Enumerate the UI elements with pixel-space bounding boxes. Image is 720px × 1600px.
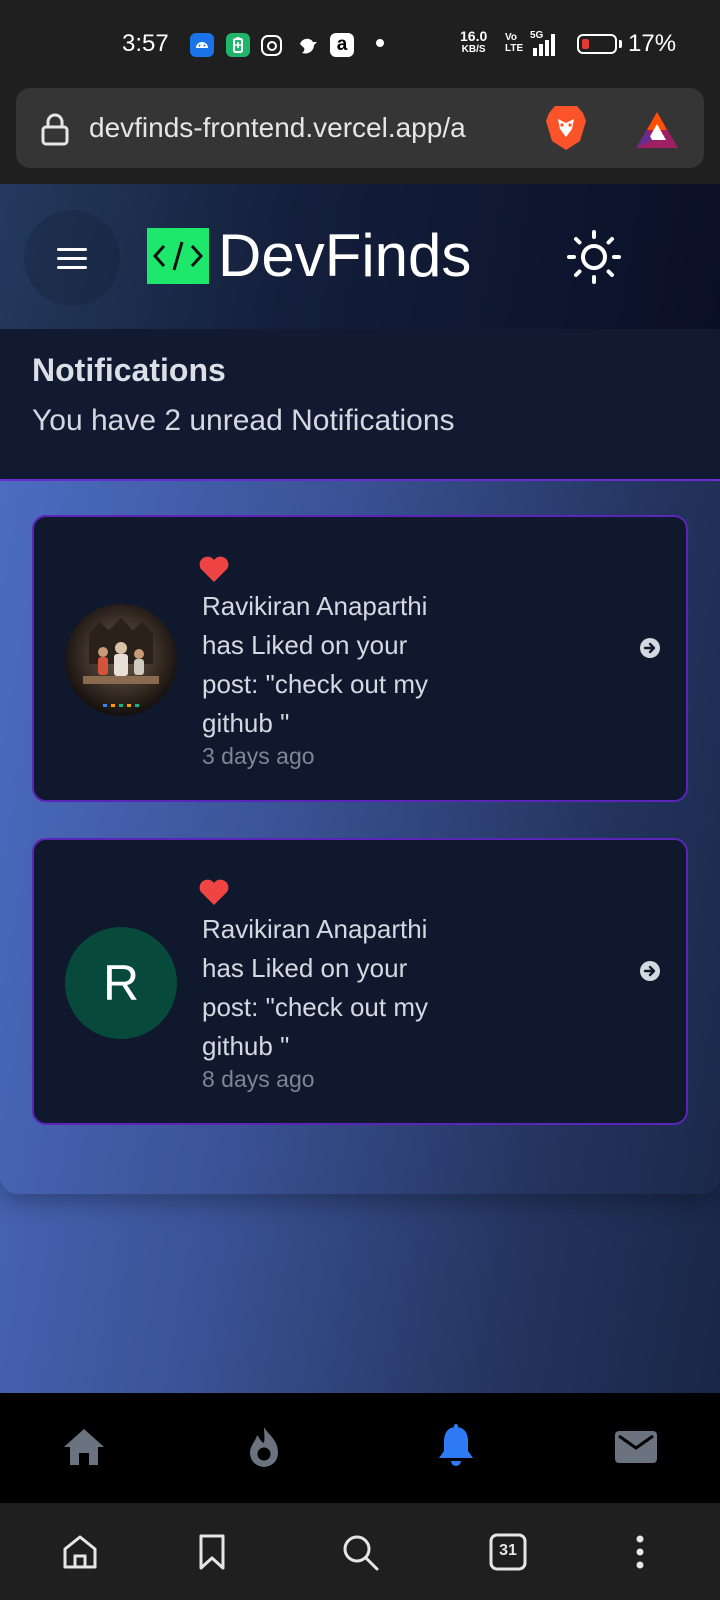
page-title: Notifications — [32, 352, 226, 388]
devfinds-logo-icon[interactable] — [147, 228, 209, 284]
home-icon[interactable] — [60, 1532, 100, 1572]
notification-time: 3 days ago — [202, 743, 315, 769]
net-speed-value: 16.0 — [460, 28, 488, 44]
theme-toggle-sun-icon[interactable] — [566, 229, 622, 285]
menu-line — [57, 248, 87, 251]
bell-icon[interactable] — [432, 1423, 480, 1471]
notification-card[interactable]: R Ravikiran Anaparthi has Liked on your … — [32, 838, 688, 1125]
status-time: 3:57 — [122, 30, 169, 57]
signal-icon: 5G — [530, 30, 560, 56]
battery-saver-icon — [226, 33, 250, 57]
battery-tip — [619, 40, 622, 48]
app-logo-text[interactable]: DevFinds — [218, 221, 471, 290]
avatar[interactable]: R — [65, 927, 177, 1039]
hamburger-menu-button[interactable] — [24, 210, 120, 306]
net-speed-unit: KB/S — [461, 44, 486, 55]
battery-icon — [577, 34, 617, 54]
instagram-icon — [261, 35, 282, 56]
notification-text: Ravikiran Anaparthi has Liked on your po… — [202, 591, 428, 738]
tabs-icon[interactable]: 31 — [488, 1532, 528, 1572]
signal-label: 5G — [530, 30, 544, 41]
more-vertical-icon[interactable] — [620, 1532, 660, 1572]
more-dot-icon — [376, 39, 384, 47]
android-icon — [190, 33, 214, 57]
avatar[interactable] — [65, 604, 177, 716]
heart-icon — [198, 878, 230, 906]
volte-top: Vo — [505, 32, 518, 43]
menu-line — [57, 266, 87, 269]
arrow-right-circle-icon[interactable] — [639, 637, 661, 659]
mail-icon[interactable] — [612, 1423, 660, 1471]
brave-rewards-icon[interactable] — [634, 110, 680, 150]
tab-count: 31 — [499, 1542, 517, 1559]
notification-card[interactable]: Ravikiran Anaparthi has Liked on your po… — [32, 515, 688, 802]
url-text[interactable]: devfinds-frontend.vercel.app/a — [89, 112, 524, 144]
amazon-icon: a — [330, 33, 354, 57]
brave-shields-icon[interactable] — [543, 103, 589, 153]
home-icon[interactable] — [60, 1423, 108, 1471]
fire-icon[interactable] — [240, 1423, 288, 1471]
volte-bottom: LTE — [505, 43, 524, 54]
unread-count-text: You have 2 unread Notifications — [32, 404, 455, 437]
heart-icon — [198, 555, 230, 583]
search-icon[interactable] — [340, 1532, 380, 1572]
arrow-right-circle-icon[interactable] — [639, 960, 661, 982]
menu-line — [57, 257, 87, 260]
volte-indicator: Vo LTE — [505, 32, 523, 54]
notification-text: Ravikiran Anaparthi has Liked on your po… — [202, 914, 428, 1061]
bookmark-icon[interactable] — [192, 1532, 232, 1572]
notifications-panel: Ravikiran Anaparthi has Liked on your po… — [0, 481, 720, 1194]
notification-time: 8 days ago — [202, 1066, 315, 1092]
lock-icon[interactable] — [40, 112, 70, 146]
bird-icon — [296, 34, 320, 64]
network-speed: 16.0 KB/S — [460, 28, 488, 56]
battery-percent: 17% — [628, 30, 677, 57]
